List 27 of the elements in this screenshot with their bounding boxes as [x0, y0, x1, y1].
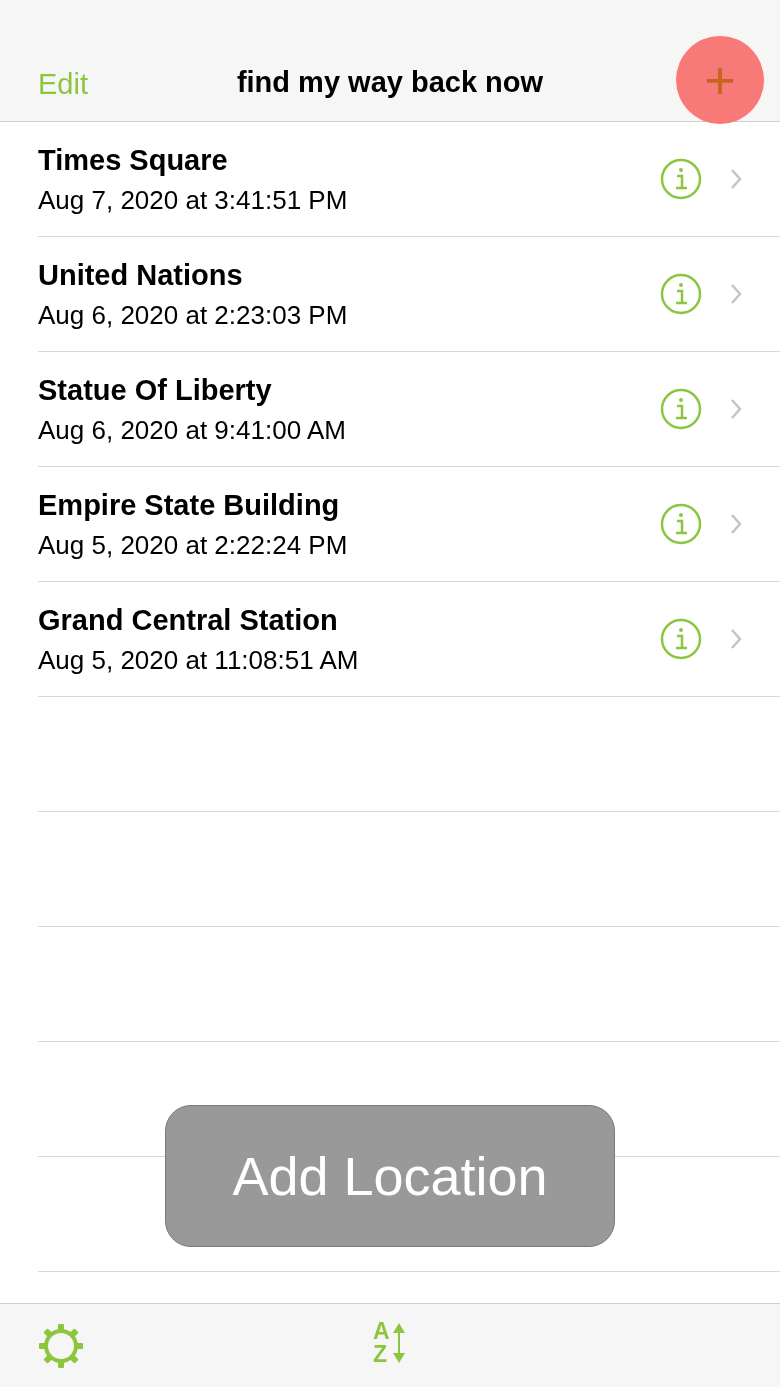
location-date: Aug 6, 2020 at 2:23:03 PM — [38, 298, 349, 332]
add-location-toast: Add Location — [165, 1105, 615, 1247]
add-button[interactable]: + — [676, 36, 764, 124]
location-name: Statue Of Liberty — [38, 372, 273, 408]
sort-button[interactable]: A Z — [373, 1320, 406, 1366]
location-date: Aug 7, 2020 at 3:41:51 PM — [38, 183, 349, 217]
info-icon[interactable] — [660, 273, 702, 315]
location-name: United Nations — [38, 257, 244, 293]
location-date: Aug 5, 2020 at 11:08:51 AM — [38, 643, 360, 677]
sort-arrows-icon — [391, 1321, 406, 1365]
settings-icon[interactable] — [38, 1322, 84, 1369]
info-icon[interactable] — [660, 503, 702, 545]
chevron-icon — [730, 398, 742, 420]
location-date: Aug 6, 2020 at 9:41:00 AM — [38, 413, 347, 447]
chevron-icon — [730, 168, 742, 190]
info-icon[interactable] — [660, 618, 702, 660]
chevron-icon — [730, 628, 742, 650]
window-title: find my way back now — [236, 68, 544, 97]
info-icon[interactable] — [660, 388, 702, 430]
edit-button[interactable]: Edit — [38, 70, 88, 99]
location-name: Empire State Building — [38, 487, 341, 523]
location-name: Grand Central Station — [38, 602, 339, 638]
location-date: Aug 5, 2020 at 2:22:24 PM — [38, 528, 349, 562]
chevron-icon — [730, 513, 742, 535]
info-icon[interactable] — [660, 158, 702, 200]
chevron-icon — [730, 283, 742, 305]
location-name: Times Square — [38, 142, 229, 178]
